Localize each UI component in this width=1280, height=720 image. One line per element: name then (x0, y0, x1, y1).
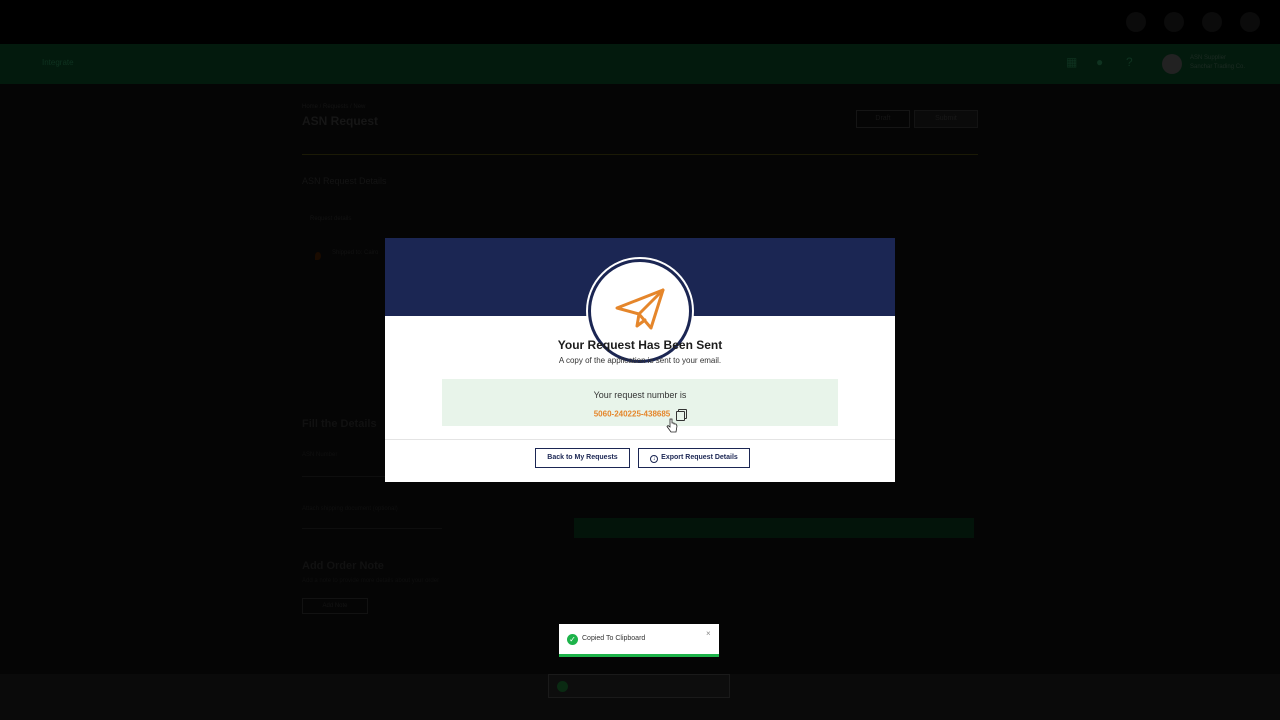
export-button-label: Export Request Details (661, 454, 738, 461)
check-icon: ✓ (567, 634, 578, 645)
paper-plane-icon (615, 288, 665, 330)
apps-grid-icon[interactable]: ▦ (1066, 56, 1078, 68)
request-number: 5060-240225-438685 (593, 409, 671, 419)
export-icon: ↓ (650, 455, 659, 463)
draft-button[interactable]: Draft (856, 110, 910, 128)
breadcrumb: Home / Requests / New (302, 104, 366, 110)
user-menu[interactable]: ASN Supplier Sanchar Trading Co. (1190, 54, 1245, 72)
app-header: Integrate ▦ ● ? ASN Supplier Sanchar Tra… (0, 44, 1280, 84)
attachment-label: Attach shipping document (optional) (302, 506, 398, 512)
request-number-box: Your request number is 5060-240225-43868… (442, 379, 838, 426)
asn-number-label: ASN Number (302, 452, 338, 458)
fill-details-title: Fill the Details (302, 418, 377, 430)
asn-number-field[interactable] (302, 476, 392, 477)
export-request-button[interactable]: ↓ Export Request Details (638, 448, 750, 468)
location-pin-icon (315, 252, 321, 260)
submit-button[interactable]: Submit (914, 110, 978, 128)
back-to-requests-button[interactable]: Back to My Requests (535, 448, 630, 468)
window-control-icon[interactable] (1240, 12, 1260, 32)
window-control-icon[interactable] (1164, 12, 1184, 32)
user-name: ASN Supplier (1190, 55, 1227, 61)
request-details-label: Request details (310, 216, 352, 222)
order-note-title: Add Order Note (302, 560, 384, 572)
upload-zone[interactable] (574, 518, 974, 538)
add-note-button[interactable]: Add Note (302, 598, 368, 614)
divider (302, 154, 978, 155)
section-title: ASN Request Details (302, 176, 387, 186)
request-number-label: Your request number is (593, 390, 687, 400)
order-note-subtitle: Add a note to provide more details about… (302, 578, 440, 584)
help-icon[interactable]: ? (1126, 56, 1138, 68)
divider (385, 439, 895, 440)
location-text: Shipped to: Cairo (332, 250, 379, 256)
user-company: Sanchar Trading Co. (1190, 64, 1246, 70)
app-logo[interactable]: Integrate (42, 58, 74, 67)
avatar[interactable] (1162, 54, 1182, 74)
modal-subtitle: A copy of the application is sent to you… (558, 356, 722, 365)
window-control-icon[interactable] (1126, 12, 1146, 32)
request-sent-modal: Your Request Has Been Sent A copy of the… (385, 238, 895, 482)
window-control-icon[interactable] (1202, 12, 1222, 32)
check-icon (557, 681, 568, 692)
attachment-field[interactable] (302, 528, 442, 529)
bell-icon[interactable]: ● (1096, 56, 1108, 68)
modal-title: Your Request Has Been Sent (557, 338, 723, 352)
close-icon[interactable]: × (706, 629, 711, 638)
cursor-hand-icon (666, 418, 678, 433)
toast-notification: ✓ Copied To Clipboard × (559, 624, 719, 657)
page-title: ASN Request (302, 114, 379, 128)
toast-message: Copied To Clipboard (582, 635, 646, 642)
ghost-toast (548, 674, 730, 698)
browser-top-bar (0, 0, 1280, 44)
